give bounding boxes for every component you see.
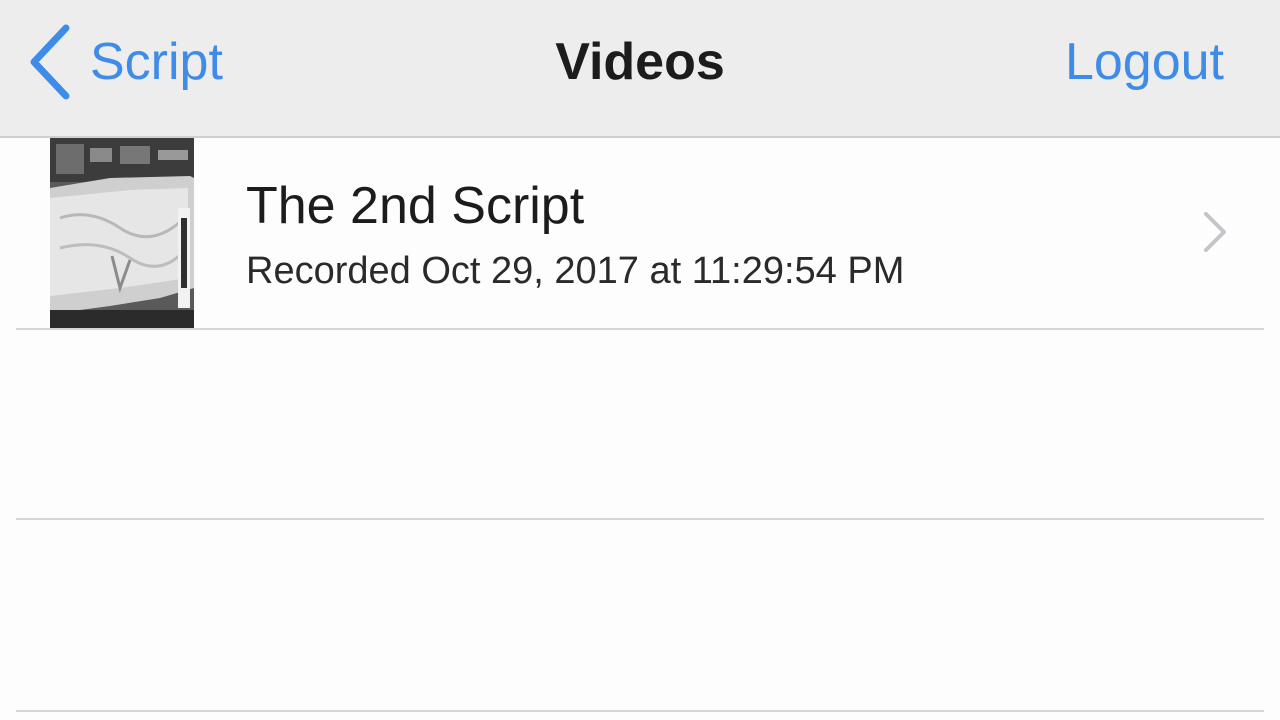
empty-row [0, 520, 1280, 708]
videos-table: The 2nd Script Recorded Oct 29, 2017 at … [0, 138, 1280, 720]
row-separator [16, 710, 1264, 712]
logout-button[interactable]: Logout [1065, 22, 1224, 102]
navigation-bar: Script Videos Logout [0, 0, 1280, 138]
empty-row [0, 330, 1280, 518]
video-row[interactable]: The 2nd Script Recorded Oct 29, 2017 at … [0, 138, 1280, 328]
video-thumbnail [50, 138, 194, 328]
video-title: The 2nd Script [246, 177, 585, 235]
videos-screen: Script Videos Logout The 2nd Script Reco… [0, 0, 1280, 720]
video-recorded-date: Recorded Oct 29, 2017 at 11:29:54 PM [246, 250, 905, 292]
chevron-right-icon [1204, 212, 1226, 252]
